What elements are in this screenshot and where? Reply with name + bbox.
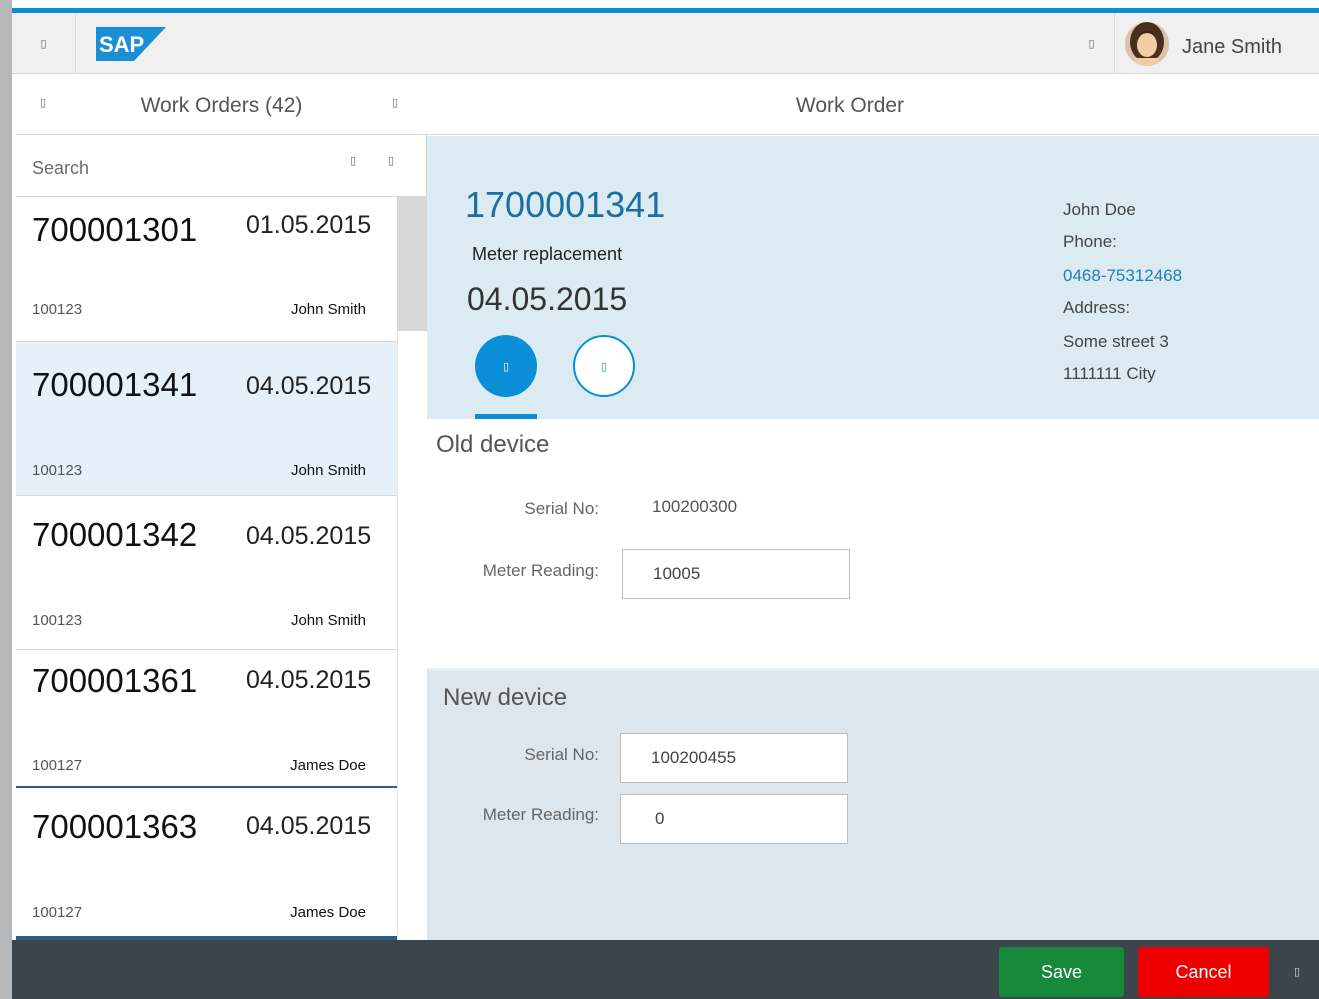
order-person: John Smith <box>290 462 366 479</box>
new-reading-label: Meter Reading: <box>482 805 599 824</box>
address-street: Some street 3 <box>1063 332 1169 351</box>
order-date: 04.05.2015 <box>246 522 372 550</box>
avatar[interactable] <box>1125 22 1169 66</box>
order-person: John Smith <box>290 612 366 629</box>
save-button[interactable]: Save <box>999 947 1124 997</box>
phone-label: Phone: <box>1063 232 1117 251</box>
master-pane: ▯ Work Orders (42) ▯ Search ▯ ▯ 70000130… <box>16 74 427 940</box>
order-code: 100123 <box>32 612 83 629</box>
detail-header: Work Order <box>427 74 1319 135</box>
filter-icon[interactable]: ▯ <box>392 97 398 108</box>
sap-logo-text: SAP <box>99 32 144 57</box>
search-bar[interactable]: Search ▯ ▯ <box>16 135 427 197</box>
address-city: 1111111 City <box>1063 364 1156 383</box>
tab-details[interactable]: ▯ <box>573 335 635 397</box>
order-person: James Doe <box>290 757 366 774</box>
detail-pane: Work Order 1700001341 Meter replacement … <box>427 74 1319 940</box>
order-person: John Smith <box>290 301 366 318</box>
order-number: 700001301 <box>32 211 198 248</box>
old-reading-label: Meter Reading: <box>482 561 599 580</box>
notifications-icon: ▯ <box>1088 36 1095 50</box>
tab-device-icon: ▯ <box>502 359 510 373</box>
sap-logo: SAP <box>96 27 166 61</box>
phone-link[interactable]: 0468-75312468 <box>1063 266 1182 286</box>
order-date: 01.05.2015 <box>246 211 372 239</box>
list-item[interactable]: 700001342 04.05.2015 100123 John Smith <box>16 496 397 650</box>
work-order-number: 1700001341 <box>465 184 666 225</box>
shell-bar: ▯ SAP ▯ Jane Smith <box>12 13 1319 74</box>
app-container: ▯ SAP ▯ Jane Smith ▯ Work Orders (42) ▯ <box>12 0 1319 999</box>
new-meter-reading-input[interactable]: 0 <box>620 794 848 844</box>
new-device-section: New device Serial No: 100200455 Meter Re… <box>427 668 1319 940</box>
list-item[interactable]: 700001301 01.05.2015 100123 John Smith <box>16 197 397 342</box>
old-serial-value: 100200300 <box>652 497 738 516</box>
new-serial-label: Serial No: <box>524 745 599 764</box>
user-name[interactable]: Jane Smith <box>1182 36 1282 59</box>
order-number: 700001342 <box>32 516 198 553</box>
footer-toolbar: Save Cancel ▯ <box>12 940 1319 999</box>
old-serial-label: Serial No: <box>524 499 599 518</box>
list-item[interactable]: 700001363 04.05.2015 100127 James Doe <box>16 788 397 940</box>
list-item[interactable]: 700001361 04.05.2015 100127 James Doe <box>16 650 397 788</box>
tab-details-icon: ▯ <box>600 359 608 373</box>
order-date: 04.05.2015 <box>246 812 372 840</box>
menu-icon: ▯ <box>40 36 47 50</box>
new-serial-input[interactable]: 100200455 <box>620 733 848 783</box>
new-device-title: New device <box>443 684 568 711</box>
avatar-image <box>1125 22 1169 66</box>
detail-title: Work Order <box>795 94 905 117</box>
list-item-selected[interactable]: 700001341 04.05.2015 100123 John Smith <box>16 342 397 496</box>
old-device-section: Old device Serial No: 100200300 Meter Re… <box>427 419 1319 668</box>
order-person: James Doe <box>290 904 366 921</box>
refresh-icon[interactable]: ▯ <box>388 155 394 166</box>
order-code: 100123 <box>32 462 83 479</box>
cancel-button[interactable]: Cancel <box>1138 947 1269 997</box>
object-header: 1700001341 Meter replacement 04.05.2015 … <box>427 136 1319 419</box>
contact-name: John Doe <box>1063 200 1136 219</box>
work-order-list: 700001301 01.05.2015 100123 John Smith 7… <box>16 197 397 940</box>
notifications-button[interactable]: ▯ <box>1069 13 1115 73</box>
order-date: 04.05.2015 <box>246 666 372 694</box>
order-number: 700001361 <box>32 662 198 699</box>
search-icon[interactable]: ▯ <box>350 155 356 166</box>
list-scrollbar-thumb[interactable] <box>397 197 427 331</box>
order-code: 100123 <box>32 301 83 318</box>
tab-device-replacement[interactable]: ▯ <box>475 335 537 397</box>
more-actions-button[interactable]: ▯ <box>1294 962 1300 980</box>
old-device-title: Old device <box>436 431 550 458</box>
order-code: 100127 <box>32 757 83 774</box>
order-number: 700001341 <box>32 366 198 403</box>
address-label: Address: <box>1063 298 1131 317</box>
order-date: 04.05.2015 <box>246 372 372 400</box>
old-meter-reading-input[interactable]: 10005 <box>622 549 850 599</box>
order-number: 700001363 <box>32 808 198 845</box>
menu-button[interactable]: ▯ <box>12 13 76 73</box>
order-code: 100127 <box>32 904 83 921</box>
more-actions-icon: ▯ <box>1294 965 1301 978</box>
master-header: ▯ Work Orders (42) ▯ <box>16 74 427 135</box>
master-title: Work Orders (42) <box>140 94 303 117</box>
work-order-type: Meter replacement <box>472 244 623 264</box>
search-input[interactable]: Search <box>32 158 89 179</box>
work-order-date: 04.05.2015 <box>467 281 628 317</box>
